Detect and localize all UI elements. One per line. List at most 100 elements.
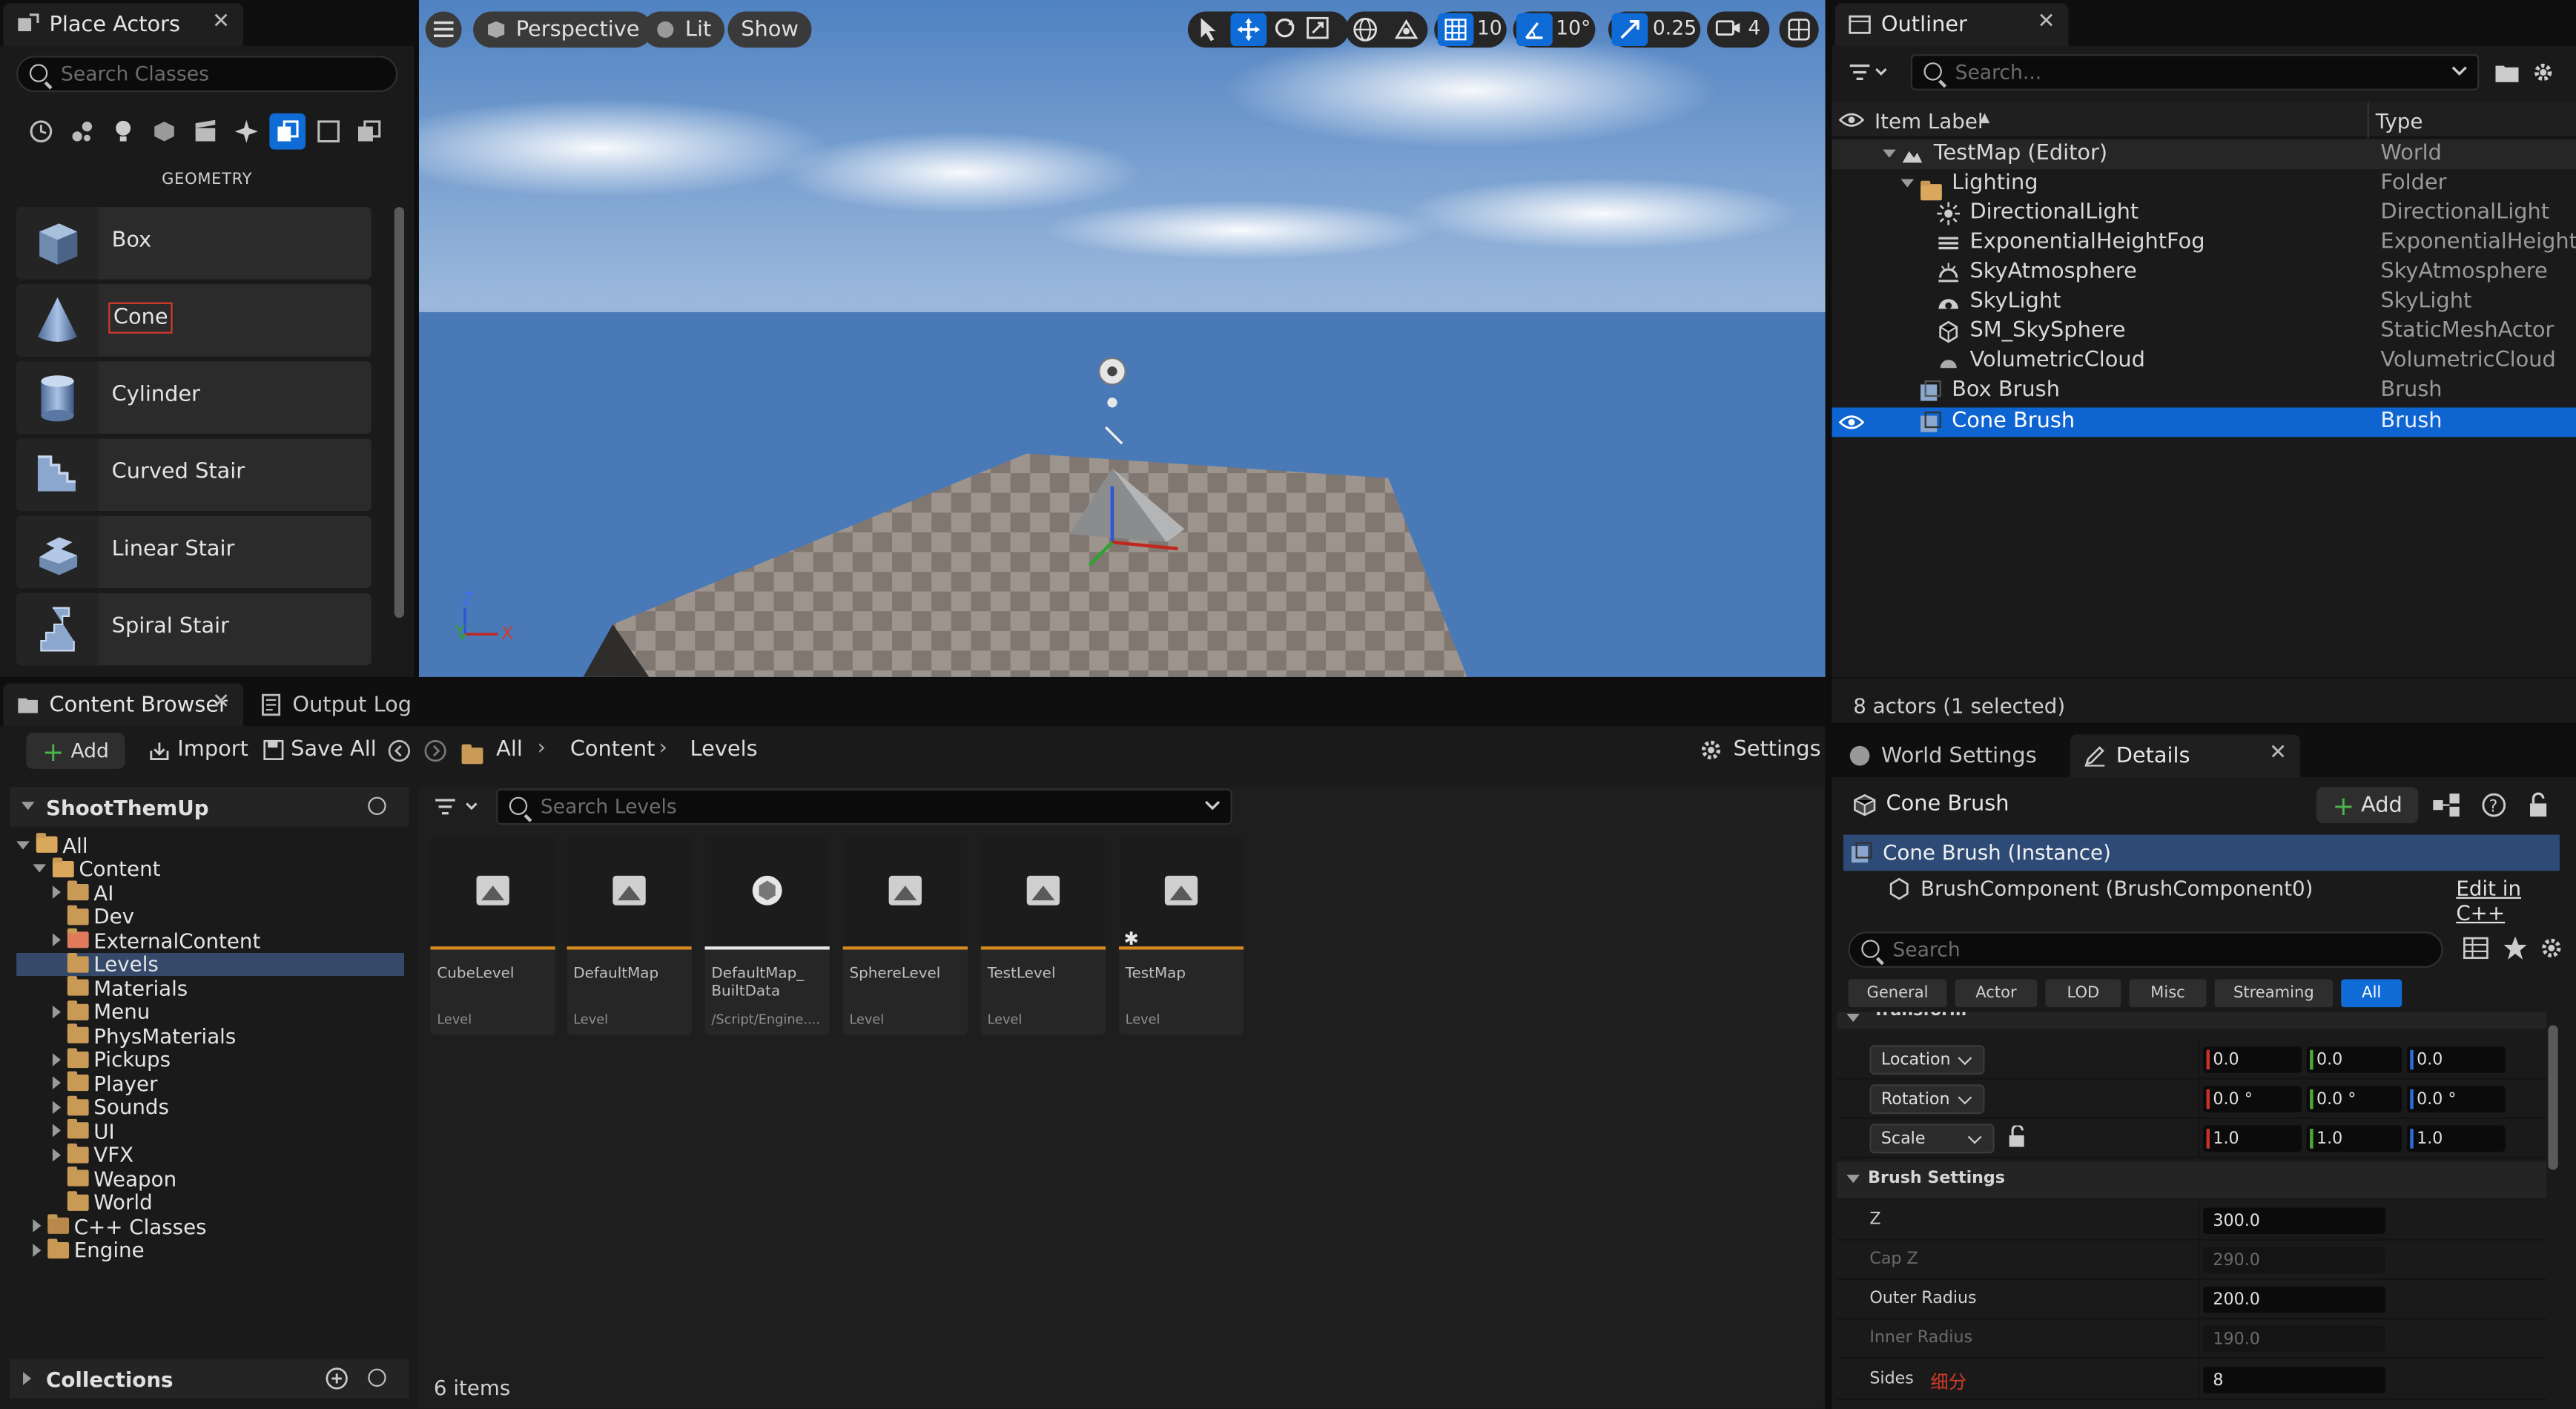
collapse-arrow-icon[interactable] [52, 1005, 61, 1019]
volumes-icon[interactable] [311, 113, 347, 150]
collapse-arrow-icon[interactable] [23, 1372, 32, 1385]
brush-z-field[interactable]: 300.0 [2203, 1207, 2386, 1234]
settings-button[interactable]: Settings [1699, 738, 1821, 762]
details-scrollbar[interactable] [2548, 1025, 2558, 1170]
expand-arrow-icon[interactable] [1900, 179, 1915, 188]
asset-tile[interactable]: DefaultMap_ BuiltData /Script/Engine.... [704, 834, 830, 1035]
tree-item-engine[interactable]: Engine [33, 1238, 397, 1262]
outliner-row[interactable]: VolumetricCloud VolumetricCloud [1832, 346, 2576, 376]
outliner-row[interactable]: SkyLight SkyLight [1832, 288, 2576, 317]
gear-icon[interactable] [2538, 935, 2564, 961]
scale-z-field[interactable]: 1.0 [2406, 1125, 2506, 1152]
location-y-field[interactable]: 0.0 [2306, 1046, 2402, 1073]
grid-snap-value[interactable]: 10 [1477, 16, 1502, 39]
select-tool-icon[interactable] [1198, 16, 1221, 42]
collapse-arrow-icon[interactable] [52, 934, 61, 947]
project-header[interactable]: ShootThemUp [10, 787, 409, 827]
geometry-item-box[interactable]: Box [16, 207, 371, 280]
rotation-snap-icon[interactable] [1516, 13, 1553, 47]
add-button[interactable]: + Add [26, 733, 125, 769]
outliner-search-input[interactable]: Search... [1910, 54, 2480, 90]
collapse-arrow-icon[interactable] [33, 1219, 42, 1233]
save-all-button[interactable]: Save All [262, 738, 377, 762]
collapse-arrow-icon[interactable] [52, 1052, 61, 1066]
filter-streaming[interactable]: Streaming [2214, 979, 2334, 1008]
expand-arrow-icon[interactable] [1883, 149, 1896, 158]
close-tab-icon[interactable]: ✕ [212, 10, 230, 34]
collapse-arrow-icon[interactable] [33, 1243, 42, 1257]
outer-radius-field[interactable]: 200.0 [2203, 1286, 2386, 1313]
expand-arrow-icon[interactable] [33, 864, 47, 874]
component-instance-row[interactable]: Cone Brush (Instance) [1843, 834, 2560, 871]
scale-snap-icon[interactable] [1611, 13, 1648, 47]
collapse-arrow-icon[interactable] [52, 885, 61, 900]
rotation-dropdown[interactable]: Rotation [1869, 1084, 1985, 1115]
scale-tool-icon[interactable] [1306, 16, 1329, 39]
geometry-item-cone[interactable]: Cone [16, 284, 371, 357]
search-levels-input[interactable]: Search Levels [496, 788, 1232, 825]
scale-dropdown[interactable]: Scale [1869, 1123, 1995, 1154]
lights-icon[interactable] [105, 113, 142, 150]
gear-icon[interactable] [2530, 59, 2556, 85]
help-icon[interactable]: ? [2481, 792, 2507, 818]
filter-general[interactable]: General [1848, 979, 1947, 1008]
transform-section-header[interactable]: Transform [1837, 1012, 2547, 1029]
expand-arrow-icon[interactable] [16, 840, 30, 849]
tree-item-ui[interactable]: UI [52, 1118, 397, 1144]
world-space-icon[interactable] [1352, 16, 1378, 42]
chevron-down-icon[interactable] [2451, 66, 2468, 79]
rotation-x-field[interactable]: 0.0 ° [2203, 1086, 2302, 1112]
viewport-layout-button[interactable] [1779, 11, 1819, 48]
surface-snap-icon[interactable] [1393, 16, 1419, 42]
filter-misc[interactable]: Misc [2129, 979, 2207, 1008]
tree-item-phys-materials[interactable]: PhysMaterials [67, 1023, 397, 1048]
tree-item-levels[interactable]: Levels [16, 951, 405, 977]
show-button[interactable]: Show [727, 11, 812, 48]
sides-field[interactable]: 8 [2203, 1367, 2386, 1393]
actor-name[interactable]: Cone Brush [1886, 792, 2009, 816]
collapse-arrow-icon[interactable] [52, 1124, 61, 1138]
all-classes-icon[interactable] [351, 113, 388, 150]
camera-speed-value[interactable]: 4 [1748, 16, 1760, 39]
item-label-column[interactable]: Item Label [1875, 108, 1984, 133]
tree-item-weapon[interactable]: Weapon [67, 1167, 397, 1191]
tree-item-sounds[interactable]: Sounds [52, 1095, 397, 1119]
add-folder-icon[interactable] [2494, 61, 2520, 84]
type-column[interactable]: Type [2376, 108, 2423, 133]
rotate-tool-icon[interactable] [1273, 16, 1296, 39]
tree-item-world[interactable]: World [67, 1190, 397, 1215]
add-collection-icon[interactable] [326, 1367, 349, 1390]
favorite-star-icon[interactable] [2502, 935, 2528, 961]
tree-item-content[interactable]: Content [33, 857, 397, 881]
breadcrumb-levels[interactable]: Levels [690, 738, 758, 762]
expand-arrow-icon[interactable] [1846, 1175, 1860, 1184]
brush-settings-header[interactable]: Brush Settings [1837, 1161, 2547, 1198]
close-tab-icon[interactable]: ✕ [212, 690, 230, 715]
table-view-icon[interactable] [2463, 937, 2489, 960]
visual-effects-icon[interactable] [228, 113, 265, 150]
perspective-button[interactable]: Perspective [473, 11, 653, 48]
add-component-button[interactable]: + Add [2316, 787, 2419, 824]
level-viewport[interactable]: Perspective Lit Show 10 10° 0.25 4 Z Y X [418, 0, 1826, 677]
rotation-y-field[interactable]: 0.0 ° [2306, 1086, 2402, 1112]
place-actors-scrollbar[interactable] [394, 207, 405, 618]
blueprint-icon[interactable] [2431, 792, 2461, 818]
expand-arrow-icon[interactable] [21, 802, 35, 811]
location-dropdown[interactable]: Location [1869, 1045, 1985, 1075]
component-row[interactable]: BrushComponent (BrushComponent0) Edit in… [1843, 872, 2560, 925]
close-tab-icon[interactable]: ✕ [2269, 741, 2287, 765]
unlock-ratio-icon[interactable] [2007, 1125, 2027, 1149]
visibility-eye-icon[interactable] [1838, 412, 1865, 432]
location-x-field[interactable]: 0.0 [2203, 1046, 2302, 1073]
search-icon[interactable] [368, 796, 386, 815]
outliner-row[interactable]: TestMap (Editor) World [1832, 139, 2576, 170]
breadcrumb-content[interactable]: Content [570, 738, 655, 762]
filter-icon[interactable] [434, 795, 483, 818]
tree-item-cpp-classes[interactable]: C++ Classes [33, 1214, 397, 1238]
basic-icon[interactable] [64, 113, 100, 150]
scale-y-field[interactable]: 1.0 [2306, 1125, 2402, 1152]
lit-button[interactable]: Lit [642, 11, 724, 48]
chevron-down-icon[interactable] [1204, 800, 1221, 814]
viewport-menu-button[interactable] [425, 11, 462, 48]
lock-icon[interactable] [2529, 792, 2552, 818]
